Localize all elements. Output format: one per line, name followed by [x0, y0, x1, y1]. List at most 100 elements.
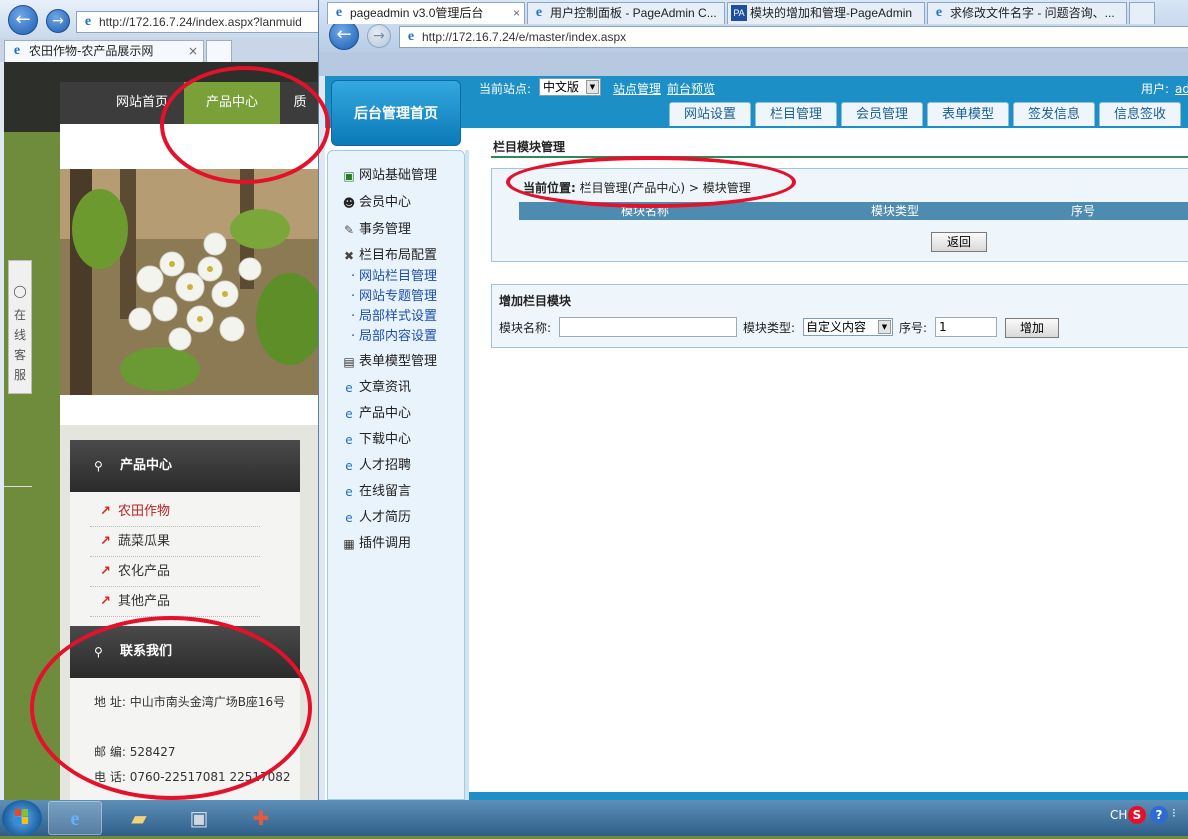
folder-icon: ▰: [131, 806, 147, 830]
section-underline: [491, 156, 1188, 158]
ie-icon: e: [345, 407, 353, 421]
start-button[interactable]: [2, 800, 42, 836]
nav-member-center[interactable]: ☻ 会员中心: [341, 193, 411, 213]
back-address-bar[interactable]: e http://172.16.7.24/index.aspx?lanmuid: [76, 11, 330, 33]
user-link[interactable]: ad: [1175, 80, 1188, 98]
tab-label: 用户控制面板 - PageAdmin C...: [550, 6, 717, 20]
divider: [4, 486, 32, 487]
new-tab-button[interactable]: [206, 40, 232, 62]
tab-module-manage[interactable]: PA 模块的增加和管理-PageAdmin: [727, 2, 925, 24]
task-icon: ✎: [343, 223, 355, 237]
nav-task-manage[interactable]: ✎ 事务管理: [341, 220, 411, 240]
zip-label: 邮 编:: [94, 745, 126, 759]
help-icon[interactable]: ?: [1150, 806, 1168, 824]
ie-icon: e: [935, 5, 943, 20]
contact-panel-header: ⚲ 联系我们: [70, 626, 300, 678]
member-icon: ☻: [342, 196, 356, 210]
nav-site-basic[interactable]: ▣ 网站基础管理: [341, 166, 437, 186]
product-item[interactable]: ↗ 其他产品: [90, 587, 260, 617]
front-address-bar[interactable]: e http://172.16.7.24/e/master/index.aspx: [399, 26, 1188, 48]
breadcrumb-label: 当前位置:: [523, 181, 576, 195]
taskbar-explorer[interactable]: ▰: [112, 801, 166, 835]
nav-sub-style-setting[interactable]: 局部样式设置: [351, 307, 437, 327]
nav-label: 会员中心: [359, 195, 412, 210]
product-item[interactable]: ↗ 农田作物: [90, 497, 260, 527]
ie-icon: e: [345, 433, 353, 447]
order-input[interactable]: 1: [935, 317, 997, 337]
tray-more-icon[interactable]: ⁝: [1172, 806, 1176, 820]
menu-quality[interactable]: 质: [280, 82, 320, 124]
tab-user-panel[interactable]: e 用户控制面板 - PageAdmin C...: [527, 2, 725, 24]
admin-home-button[interactable]: 后台管理首页: [331, 80, 461, 146]
contact-zip: 邮 编: 528427: [94, 740, 294, 764]
nav-label: 表单模型管理: [359, 354, 438, 369]
ie-icon: e: [13, 43, 21, 58]
menu-home[interactable]: 网站首页: [100, 82, 184, 124]
tray-language[interactable]: CH: [1110, 808, 1127, 822]
nav-form-model[interactable]: ▤ 表单模型管理: [341, 352, 437, 372]
nav-sub-content-setting[interactable]: 局部内容设置: [351, 327, 437, 347]
preview-link[interactable]: 前台预览: [667, 80, 715, 98]
back-tab[interactable]: e 农田作物-农产品展示网 ×: [4, 40, 204, 62]
site-olive-margin: [4, 132, 60, 800]
nav-recruitment[interactable]: e 人才招聘: [341, 456, 411, 476]
back-arrow-icon[interactable]: ←: [8, 5, 38, 35]
nav-downloads[interactable]: e 下载中心: [341, 430, 411, 450]
add-module-title: 增加栏目模块: [499, 294, 572, 308]
new-tab-button[interactable]: [1129, 2, 1155, 24]
site-menu-bar: 网站首页 产品中心 质: [60, 82, 330, 124]
product-item[interactable]: ↗ 蔬菜瓜果: [90, 527, 260, 557]
banner-top-strip: [60, 124, 330, 169]
nav-plugins[interactable]: ▦ 插件调用: [341, 534, 411, 554]
online-service-tab[interactable]: ◯ 在线客服: [8, 260, 32, 394]
network-icon: ▣: [189, 806, 209, 830]
nav-label: 产品中心: [359, 406, 412, 421]
breadcrumb-path[interactable]: 栏目管理(产品中心) > 模块管理: [580, 181, 751, 195]
tab-member-manage[interactable]: 会员管理: [841, 102, 923, 126]
tab-rename-question[interactable]: e 求修改文件名字 - 问题咨询、...: [927, 2, 1127, 24]
tab-form-model[interactable]: 表单模型: [927, 102, 1009, 126]
nav-guestbook[interactable]: e 在线留言: [341, 482, 411, 502]
nav-sub-topic-manage[interactable]: 网站专题管理: [351, 287, 437, 307]
tab-column-manage[interactable]: 栏目管理: [755, 102, 837, 126]
tab-receive-info[interactable]: 信息签收: [1099, 102, 1181, 126]
nav-sub-column-manage[interactable]: 网站栏目管理: [351, 267, 437, 287]
nav-products[interactable]: e 产品中心: [341, 404, 411, 424]
return-button[interactable]: 返回: [931, 232, 987, 252]
col-module-type: 模块类型: [871, 204, 920, 218]
taskbar-network[interactable]: ▣: [172, 801, 226, 835]
close-icon[interactable]: ×: [188, 41, 198, 61]
nav-column-layout[interactable]: ✖ 栏目布局配置: [341, 246, 437, 266]
product-item[interactable]: ↗ 农化产品: [90, 557, 260, 587]
tab-issue-info[interactable]: 签发信息: [1013, 102, 1095, 126]
pa-icon: PA: [731, 5, 747, 21]
close-icon[interactable]: ×: [513, 3, 520, 23]
product-label: 蔬菜瓜果: [118, 534, 171, 549]
address-value: 中山市南头金湾广场B座16号: [129, 695, 286, 709]
tab-pageadmin[interactable]: e pageadmin v3.0管理后台 ×: [327, 2, 525, 24]
back-browser-window: ← → e http://172.16.7.24/index.aspx?lanm…: [0, 0, 330, 800]
nav-resumes[interactable]: e 人才简历: [341, 508, 411, 528]
forward-arrow-icon[interactable]: →: [46, 9, 70, 33]
sogou-icon[interactable]: S: [1128, 806, 1146, 824]
module-name-input[interactable]: [559, 317, 737, 337]
site-select[interactable]: 中文版 ▼: [539, 78, 601, 96]
arrow-icon: ↗: [100, 534, 111, 549]
col-module-name: 模块名称: [621, 204, 670, 218]
forward-arrow-icon[interactable]: →: [367, 24, 391, 48]
site-manage-link[interactable]: 站点管理: [613, 80, 661, 98]
module-type-select[interactable]: 自定义内容 ▼: [803, 318, 893, 336]
add-button[interactable]: 增加: [1005, 318, 1059, 338]
menu-products[interactable]: 产品中心: [184, 82, 280, 124]
nav-label: 栏目布局配置: [359, 248, 438, 263]
taskbar-app[interactable]: ✚: [234, 801, 288, 835]
front-url: http://172.16.7.24/e/master/index.aspx: [422, 30, 627, 44]
taskbar-ie[interactable]: e: [48, 801, 102, 835]
tab-site-settings[interactable]: 网站设置: [669, 102, 751, 126]
tab-label: pageadmin v3.0管理后台: [350, 6, 484, 20]
arrow-icon: ↗: [100, 504, 111, 519]
back-arrow-icon[interactable]: ←: [329, 20, 359, 50]
contact-panel-title: 联系我们: [120, 644, 173, 659]
nav-articles[interactable]: e 文章资讯: [341, 378, 411, 398]
phone-label: 电 话:: [94, 770, 126, 784]
